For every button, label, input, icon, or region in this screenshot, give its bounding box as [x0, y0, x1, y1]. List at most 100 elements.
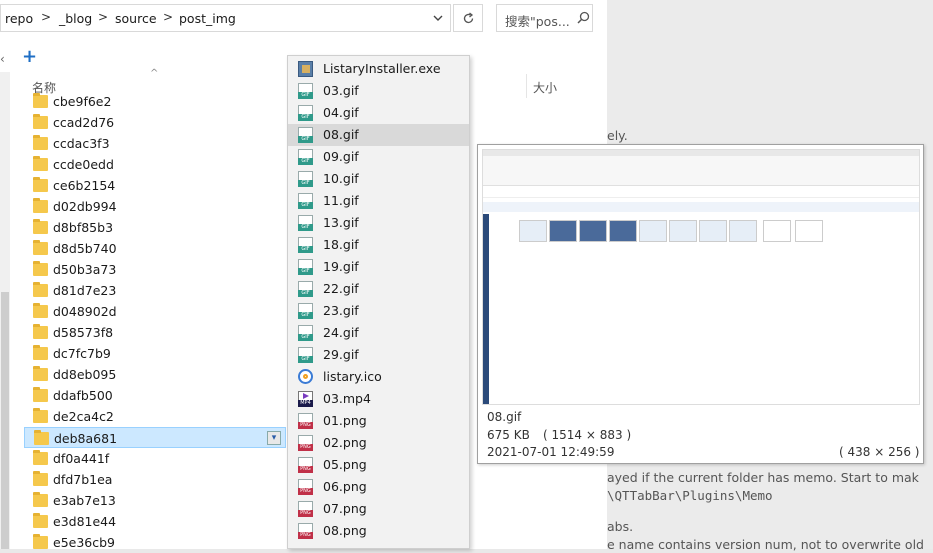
- folder-icon: [33, 471, 48, 486]
- breadcrumb-blog[interactable]: _blog: [59, 11, 92, 26]
- folder-row[interactable]: d048902d: [24, 301, 286, 322]
- breadcrumb-repo[interactable]: repo: [5, 11, 33, 26]
- menu-item[interactable]: ListaryInstaller.exe: [288, 58, 469, 80]
- folder-row[interactable]: e3ab7e13: [24, 490, 286, 511]
- menu-item[interactable]: GIF 04.gif: [288, 102, 469, 124]
- folder-row[interactable]: ddafb500: [24, 385, 286, 406]
- mini-thumbnail: [795, 220, 823, 242]
- folder-row[interactable]: ccad2d76: [24, 112, 286, 133]
- menu-item[interactable]: GIF 08.gif: [288, 124, 469, 146]
- menu-item-label: 29.gif: [323, 347, 359, 362]
- mini-left-strip: [483, 214, 489, 404]
- menu-item[interactable]: GIF 18.gif: [288, 234, 469, 256]
- folder-row[interactable]: e3d81e44: [24, 511, 286, 532]
- menu-item[interactable]: PNG 01.png: [288, 410, 469, 432]
- menu-item[interactable]: PNG 02.png: [288, 432, 469, 454]
- vertical-scrollbar[interactable]: [0, 72, 10, 549]
- menu-item[interactable]: GIF 03.gif: [288, 80, 469, 102]
- search-icon[interactable]: [577, 11, 590, 24]
- menu-item-label: 05.png: [323, 457, 367, 472]
- scroll-left-arrow-icon[interactable]: ‹: [0, 52, 5, 66]
- address-bar[interactable]: repo > _blog > source > post_img: [0, 4, 451, 32]
- folder-icon: [33, 450, 48, 465]
- folder-row[interactable]: dd8eb095: [24, 364, 286, 385]
- breadcrumb-post-img[interactable]: post_img: [179, 11, 236, 26]
- folder-name: ccdac3f3: [53, 136, 110, 151]
- folder-row[interactable]: d8d5b740: [24, 238, 286, 259]
- menu-item[interactable]: GIF 10.gif: [288, 168, 469, 190]
- chevron-down-icon[interactable]: [432, 12, 444, 27]
- menu-item-label: 03.gif: [323, 83, 359, 98]
- folder-row[interactable]: cbe9f6e2: [24, 91, 286, 112]
- folder-row[interactable]: deb8a681 ▾: [24, 427, 286, 448]
- column-header-size[interactable]: 大小: [533, 79, 557, 96]
- menu-item[interactable]: GIF 29.gif: [288, 344, 469, 366]
- mini-addressbar: [483, 190, 919, 198]
- breadcrumb-source[interactable]: source: [115, 11, 157, 26]
- folder-name: ccad2d76: [53, 115, 115, 130]
- new-item-button[interactable]: +: [22, 46, 37, 67]
- png-file-icon: PNG: [298, 501, 313, 517]
- menu-item-label: 02.png: [323, 435, 367, 450]
- menu-item[interactable]: GIF 22.gif: [288, 278, 469, 300]
- folder-name: deb8a681: [54, 431, 118, 446]
- folder-name: dc7fc7b9: [53, 346, 111, 361]
- gif-file-icon: GIF: [298, 259, 313, 275]
- menu-item[interactable]: PNG 07.png: [288, 498, 469, 520]
- menu-item[interactable]: GIF 24.gif: [288, 322, 469, 344]
- scrollbar-thumb[interactable]: [1, 292, 9, 549]
- menu-item[interactable]: PNG 06.png: [288, 476, 469, 498]
- menu-item[interactable]: GIF 13.gif: [288, 212, 469, 234]
- menu-item[interactable]: listary.ico: [288, 366, 469, 388]
- file-list: cbe9f6e2 ccad2d76 ccdac3f3 ccde0edd ce6b2154…: [24, 91, 294, 553]
- preview-size: ( 438 × 256 ): [839, 445, 920, 459]
- sort-arrow-icon: ^: [150, 68, 159, 79]
- breadcrumb-separator: >: [163, 10, 174, 24]
- folder-icon: [33, 93, 48, 108]
- preview-filesize: 675 KB: [487, 428, 530, 442]
- menu-item[interactable]: GIF 19.gif: [288, 256, 469, 278]
- refresh-button[interactable]: [453, 4, 483, 32]
- bg-text-line: ely.: [607, 128, 628, 143]
- menu-item-label: 13.gif: [323, 215, 359, 230]
- gif-file-icon: GIF: [298, 149, 313, 165]
- gif-file-icon: GIF: [298, 83, 313, 99]
- preview-filename: 08.gif: [487, 410, 522, 424]
- menu-item[interactable]: MP4 03.mp4: [288, 388, 469, 410]
- folder-row[interactable]: d81d7e23: [24, 280, 286, 301]
- folder-icon: [33, 324, 48, 339]
- folder-row[interactable]: ccde0edd: [24, 154, 286, 175]
- folder-dropdown-icon[interactable]: ▾: [267, 431, 281, 445]
- folder-name: ccde0edd: [53, 157, 114, 172]
- folder-row[interactable]: d02db994: [24, 196, 286, 217]
- png-file-icon: PNG: [298, 523, 313, 539]
- mini-thumbnail: [763, 220, 791, 242]
- folder-icon: [33, 135, 48, 150]
- folder-icon: [33, 366, 48, 381]
- menu-item[interactable]: PNG 05.png: [288, 454, 469, 476]
- column-divider[interactable]: [526, 74, 527, 98]
- folder-row[interactable]: d58573f8: [24, 322, 286, 343]
- folder-name: d58573f8: [53, 325, 114, 340]
- folder-row[interactable]: dc7fc7b9: [24, 343, 286, 364]
- folder-name: dfd7b1ea: [53, 472, 113, 487]
- folder-name: ddafb500: [53, 388, 113, 403]
- gif-file-icon: GIF: [298, 215, 313, 231]
- menu-item[interactable]: GIF 23.gif: [288, 300, 469, 322]
- menu-item-label: 09.gif: [323, 149, 359, 164]
- folder-row[interactable]: ce6b2154: [24, 175, 286, 196]
- menu-item[interactable]: GIF 09.gif: [288, 146, 469, 168]
- menu-item[interactable]: PNG 08.png: [288, 520, 469, 542]
- folder-row[interactable]: e5e36cb9: [24, 532, 286, 553]
- folder-row[interactable]: df0a441f: [24, 448, 286, 469]
- menu-item[interactable]: GIF 11.gif: [288, 190, 469, 212]
- folder-row[interactable]: de2ca4c2: [24, 406, 286, 427]
- folder-row[interactable]: dfd7b1ea: [24, 469, 286, 490]
- menu-item-label: 23.gif: [323, 303, 359, 318]
- gif-file-icon: GIF: [298, 127, 313, 143]
- folder-row[interactable]: ccdac3f3: [24, 133, 286, 154]
- menu-item-label: 22.gif: [323, 281, 359, 296]
- folder-row[interactable]: d50b3a73: [24, 259, 286, 280]
- folder-name: d50b3a73: [53, 262, 117, 277]
- folder-row[interactable]: d8bf85b3: [24, 217, 286, 238]
